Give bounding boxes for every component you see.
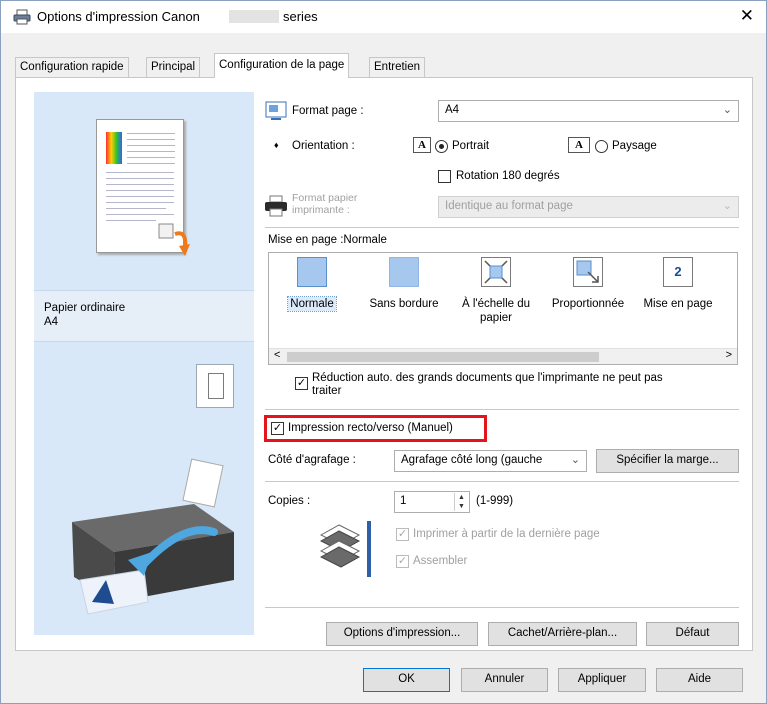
copies-spinner[interactable]: 1 ▲ ▼: [394, 491, 470, 513]
title-bar: Options d'impression Canon series ✕: [1, 1, 766, 33]
rotate-180-label: Rotation 180 degrés: [456, 170, 560, 182]
duplex-checkbox[interactable]: ✓: [271, 422, 284, 435]
layout-item-label: Sans bordure: [369, 298, 439, 310]
fit-to-paper-icon: [481, 257, 511, 287]
page-layout-icon: 2: [663, 257, 693, 287]
collate-label: Assembler: [413, 555, 468, 567]
auto-reduce-label: Réduction auto. des grands documents que…: [312, 372, 663, 398]
layout-item-label: Mise en page: [643, 298, 713, 310]
cancel-button[interactable]: Annuler: [461, 668, 548, 692]
normal-layout-icon: [297, 257, 327, 287]
tab-maintenance[interactable]: Entretien: [369, 57, 426, 77]
orientation-label: Orientation :: [292, 140, 355, 152]
close-icon[interactable]: ✕: [740, 6, 754, 26]
paper-type-text: Papier ordinaire: [44, 302, 126, 314]
window-title-suffix: series: [283, 9, 318, 24]
tab-main[interactable]: Principal: [146, 57, 201, 77]
portrait-orientation-icon: A: [413, 137, 431, 153]
landscape-radio[interactable]: [595, 140, 608, 153]
portrait-radio[interactable]: [435, 140, 448, 153]
page-size-select[interactable]: A4 ⌄: [438, 100, 739, 122]
model-name-redacted: [229, 10, 279, 23]
copies-value: 1: [400, 495, 407, 507]
paper-source-button[interactable]: [196, 364, 234, 408]
printer-paper-size-select[interactable]: Identique au format page ⌄: [438, 196, 739, 218]
rotate-180-checkbox[interactable]: [438, 170, 451, 183]
layout-item-label: Normale: [287, 296, 337, 312]
specify-margin-button[interactable]: Spécifier la marge...: [596, 449, 739, 473]
layout-list[interactable]: Normale Sans bordure À l'échelle du papi…: [268, 252, 738, 365]
copies-label: Copies :: [268, 495, 311, 507]
layout-item-borderless[interactable]: Sans bordure: [365, 257, 443, 311]
bullet-icon: ♦: [274, 140, 279, 150]
layout-item-label: À l'échelle du papier: [461, 298, 531, 324]
layout-item-scaled[interactable]: Proportionnée: [549, 257, 627, 311]
page-size-icon: [265, 101, 287, 120]
duplex-label: Impression recto/verso (Manuel): [288, 422, 453, 434]
apply-button[interactable]: Appliquer: [558, 668, 646, 692]
landscape-label: Paysage: [612, 140, 657, 152]
printer-illustration: [72, 458, 234, 615]
page-size-label: Format page :: [292, 105, 364, 117]
collate-checkbox[interactable]: ✓: [396, 555, 409, 568]
collate-stack-icon: [319, 521, 371, 577]
layout-item-normal[interactable]: Normale: [273, 257, 351, 312]
tab-quick-setup[interactable]: Configuration rapide: [15, 57, 129, 77]
stapling-side-label: Côté d'agrafage :: [268, 454, 356, 466]
page-size-value: A4: [445, 104, 460, 116]
scaled-icon: [573, 257, 603, 287]
layout-horizontal-scrollbar[interactable]: < >: [269, 348, 737, 364]
printer-paper-size-icon: [265, 195, 287, 217]
stapling-side-value: Agrafage côté long (gauche: [401, 454, 543, 466]
window-title: Options d'impression Canon: [37, 9, 200, 24]
reverse-order-checkbox[interactable]: ✓: [396, 528, 409, 541]
ok-button[interactable]: OK: [363, 668, 450, 692]
divider: [265, 607, 739, 608]
borderless-layout-icon: [389, 257, 419, 287]
paper-icon: [208, 373, 224, 399]
reverse-order-label: Imprimer à partir de la dernière page: [413, 528, 600, 540]
defaults-button[interactable]: Défaut: [646, 622, 739, 646]
layout-heading: Mise en page :Normale: [268, 234, 387, 246]
print-options-dialog: Options d'impression Canon series ✕ Conf…: [0, 0, 767, 704]
page-preview-thumbnail: [96, 119, 190, 256]
portrait-label: Portrait: [452, 140, 490, 152]
divider: [265, 481, 739, 482]
auto-reduce-label-line1: Réduction auto. des grands documents que…: [312, 372, 663, 384]
printer-icon: [13, 9, 31, 25]
stamp-background-button[interactable]: Cachet/Arrière-plan...: [488, 622, 637, 646]
printer-paper-size-label: Format papier imprimante :: [292, 192, 357, 216]
spin-arrows-icon[interactable]: ▲ ▼: [454, 493, 468, 511]
color-bar: [106, 132, 122, 164]
page-turn-icon: [158, 223, 190, 256]
stapling-side-select[interactable]: Agrafage côté long (gauche ⌄: [394, 450, 587, 472]
auto-reduce-label-line2: traiter: [312, 385, 342, 397]
paper-info: Papier ordinaire A4: [34, 290, 254, 342]
chevron-down-icon: ⌄: [722, 200, 732, 212]
layout-item-page-layout[interactable]: 2 Mise en page: [639, 257, 717, 311]
chevron-down-icon: ⌄: [722, 104, 732, 116]
printer-paper-label-line2: imprimante :: [292, 204, 350, 216]
scrollbar-thumb[interactable]: [287, 352, 599, 362]
printer-paper-size-value: Identique au format page: [445, 200, 573, 212]
divider: [265, 409, 739, 410]
help-button[interactable]: Aide: [656, 668, 743, 692]
auto-reduce-checkbox[interactable]: ✓: [295, 377, 308, 390]
scroll-left-icon[interactable]: <: [274, 349, 280, 361]
layout-item-label: Proportionnée: [551, 298, 625, 310]
tab-page-setup[interactable]: Configuration de la page: [214, 53, 350, 78]
layout-item-fit-to-paper[interactable]: À l'échelle du papier: [457, 257, 535, 325]
scroll-right-icon[interactable]: >: [726, 349, 732, 361]
print-options-button[interactable]: Options d'impression...: [326, 622, 478, 646]
preview-pane: Papier ordinaire A4: [34, 92, 254, 635]
chevron-down-icon: ⌄: [570, 454, 580, 466]
paper-size-text: A4: [44, 316, 59, 328]
divider: [265, 227, 739, 228]
landscape-orientation-icon: A: [568, 137, 590, 153]
copies-range: (1-999): [476, 495, 514, 507]
printer-paper-label-line1: Format papier: [292, 192, 358, 204]
